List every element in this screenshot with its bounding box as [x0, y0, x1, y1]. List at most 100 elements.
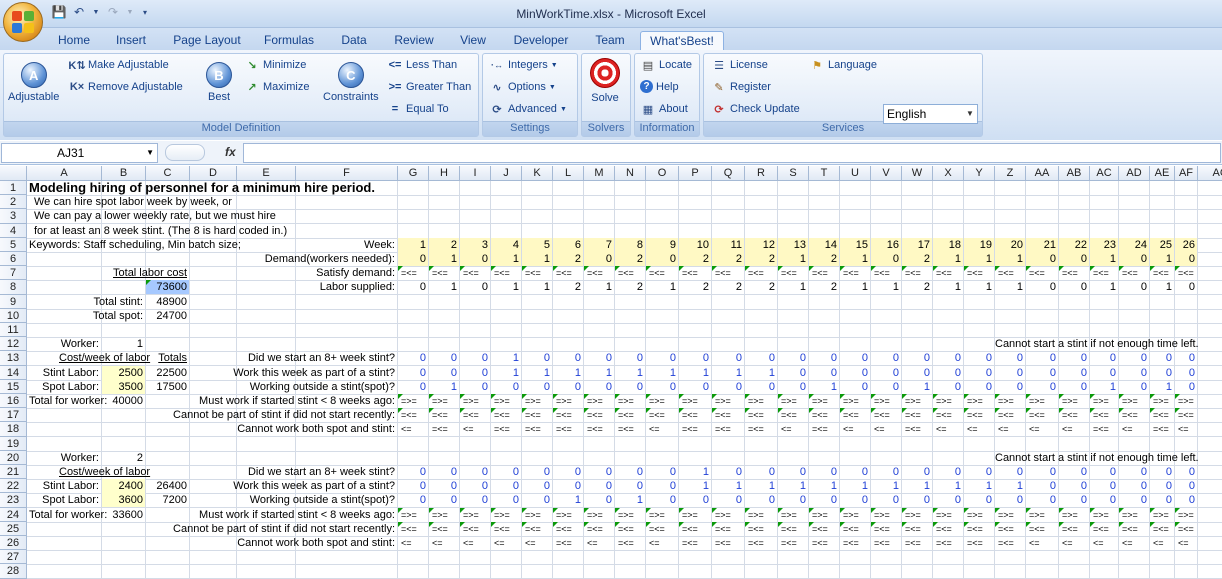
stint-work-cell[interactable]: 0: [1059, 366, 1089, 380]
column-header-w[interactable]: W: [902, 166, 933, 181]
start-stint-cell[interactable]: 0: [460, 351, 490, 365]
demand-cell[interactable]: 1: [933, 252, 963, 266]
spot-work-cell[interactable]: 0: [871, 380, 901, 394]
column-header-z[interactable]: Z: [995, 166, 1026, 181]
start-stint-cell[interactable]: 0: [398, 465, 428, 479]
spot-work-cell[interactable]: 0: [1119, 380, 1149, 394]
stint-work-cell[interactable]: 1: [679, 479, 711, 493]
start-stint-cell[interactable]: 0: [1175, 351, 1197, 365]
stint-labor-cost[interactable]: 2500: [102, 365, 145, 380]
start-stint-cell[interactable]: 0: [809, 465, 839, 479]
spot-work-cell[interactable]: 0: [460, 493, 490, 507]
tab-whatsbest[interactable]: What'sBest!: [640, 31, 724, 50]
stint-work-cell[interactable]: 0: [584, 479, 614, 493]
column-header-af[interactable]: AF: [1175, 166, 1198, 181]
start-stint-cell[interactable]: 0: [646, 351, 678, 365]
stint-labor-cost[interactable]: 2400: [102, 479, 145, 494]
row-header-4[interactable]: 4: [0, 223, 27, 238]
less-than-button[interactable]: <= Less Than: [387, 58, 458, 72]
row-header-26[interactable]: 26: [0, 536, 27, 551]
start-stint-cell[interactable]: 0: [995, 351, 1025, 365]
stint-work-cell[interactable]: 0: [615, 479, 645, 493]
spot-work-cell[interactable]: 0: [995, 380, 1025, 394]
row-header-24[interactable]: 24: [0, 507, 27, 522]
spot-work-cell[interactable]: 0: [1119, 493, 1149, 507]
column-header-x[interactable]: X: [933, 166, 964, 181]
spot-work-cell[interactable]: 0: [745, 493, 777, 507]
spot-work-cell[interactable]: 0: [398, 493, 428, 507]
spot-work-cell[interactable]: 0: [1026, 380, 1058, 394]
name-box-dropdown-icon[interactable]: ▼: [146, 144, 154, 162]
remove-adjustable-button[interactable]: K× Remove Adjustable: [69, 80, 183, 94]
tab-formulas[interactable]: Formulas: [258, 31, 320, 50]
column-header-k[interactable]: K: [522, 166, 553, 181]
spot-work-cell[interactable]: 0: [522, 493, 552, 507]
row-header-9[interactable]: 9: [0, 294, 27, 309]
demand-cell[interactable]: 0: [398, 252, 428, 266]
spot-work-cell[interactable]: 0: [553, 380, 583, 394]
stint-work-cell[interactable]: 1: [933, 479, 963, 493]
row-header-17[interactable]: 17: [0, 408, 27, 423]
demand-cell[interactable]: 1: [1150, 252, 1174, 266]
demand-cell[interactable]: 0: [584, 252, 614, 266]
column-header-e[interactable]: E: [237, 166, 296, 181]
spot-work-cell[interactable]: 0: [902, 493, 932, 507]
column-header-s[interactable]: S: [778, 166, 809, 181]
about-button[interactable]: ▦ About: [640, 102, 688, 116]
select-all-corner[interactable]: [0, 166, 27, 181]
spot-work-cell[interactable]: 0: [1175, 493, 1197, 507]
demand-cell[interactable]: 2: [712, 252, 744, 266]
column-header-t[interactable]: T: [809, 166, 840, 181]
stint-work-cell[interactable]: 0: [1175, 366, 1197, 380]
start-stint-cell[interactable]: 0: [1119, 465, 1149, 479]
spot-work-cell[interactable]: 0: [712, 493, 744, 507]
column-header-d[interactable]: D: [190, 166, 237, 181]
demand-cell[interactable]: 0: [1026, 252, 1058, 266]
tab-insert[interactable]: Insert: [106, 31, 156, 50]
start-stint-cell[interactable]: 0: [1090, 351, 1118, 365]
spot-work-cell[interactable]: 0: [1090, 493, 1118, 507]
start-stint-cell[interactable]: 0: [1150, 351, 1174, 365]
spot-work-cell[interactable]: 0: [1059, 380, 1089, 394]
minimize-button[interactable]: ↘ Minimize: [244, 58, 306, 72]
stint-work-cell[interactable]: 0: [1119, 479, 1149, 493]
stint-work-cell[interactable]: 0: [995, 366, 1025, 380]
spot-work-cell[interactable]: 0: [964, 380, 994, 394]
spot-work-cell[interactable]: 0: [584, 380, 614, 394]
locate-button[interactable]: ▤ Locate: [640, 58, 692, 72]
stint-work-cell[interactable]: 0: [840, 366, 870, 380]
column-header-u[interactable]: U: [840, 166, 871, 181]
stint-work-cell[interactable]: 0: [1175, 479, 1197, 493]
total-labor-cost-value[interactable]: 73600: [146, 280, 189, 295]
start-stint-cell[interactable]: 0: [584, 465, 614, 479]
start-stint-cell[interactable]: 0: [1150, 465, 1174, 479]
column-header-ad[interactable]: AD: [1119, 166, 1150, 181]
start-stint-cell[interactable]: 0: [1026, 465, 1058, 479]
spot-work-cell[interactable]: 1: [809, 380, 839, 394]
stint-work-cell[interactable]: 1: [615, 366, 645, 380]
start-stint-cell[interactable]: 0: [902, 351, 932, 365]
start-stint-cell[interactable]: 0: [584, 351, 614, 365]
stint-work-cell[interactable]: 1: [712, 366, 744, 380]
start-stint-cell[interactable]: 0: [615, 351, 645, 365]
column-header-ab[interactable]: AB: [1059, 166, 1090, 181]
start-stint-cell[interactable]: 0: [871, 465, 901, 479]
column-header-j[interactable]: J: [491, 166, 522, 181]
column-header-i[interactable]: I: [460, 166, 491, 181]
tab-page-layout[interactable]: Page Layout: [166, 31, 248, 50]
column-header-o[interactable]: O: [646, 166, 679, 181]
spot-work-cell[interactable]: 0: [646, 380, 678, 394]
integers-button[interactable]: ·↔ Integers ▼: [489, 58, 558, 72]
column-header-a[interactable]: A: [27, 166, 102, 181]
start-stint-cell[interactable]: 0: [964, 351, 994, 365]
row-header-20[interactable]: 20: [0, 450, 27, 465]
start-stint-cell[interactable]: 0: [429, 465, 459, 479]
maximize-button[interactable]: ↗ Maximize: [244, 80, 309, 94]
row-header-22[interactable]: 22: [0, 479, 27, 494]
spot-work-cell[interactable]: 1: [1150, 380, 1174, 394]
stint-work-cell[interactable]: 0: [398, 479, 428, 493]
adjustable-button[interactable]: A Adjustable: [8, 62, 59, 103]
best-button[interactable]: B Best: [206, 62, 232, 103]
start-stint-cell[interactable]: 0: [1026, 351, 1058, 365]
spot-work-cell[interactable]: 0: [995, 493, 1025, 507]
